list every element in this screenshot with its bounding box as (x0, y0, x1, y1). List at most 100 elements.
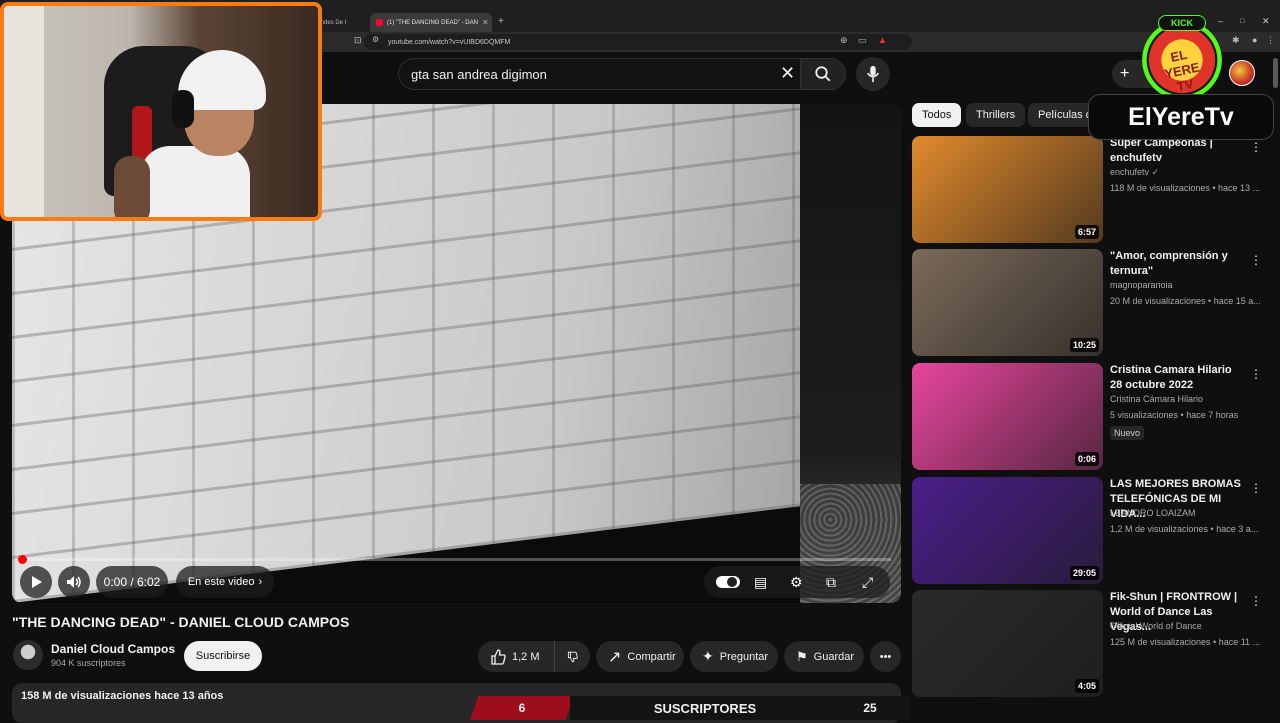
volume-icon (67, 576, 81, 588)
volume-button[interactable] (58, 566, 90, 598)
related-video-channel[interactable]: magnoparanoia (1110, 280, 1173, 290)
more-actions-button[interactable]: ••• (870, 641, 901, 672)
subscriber-goal-current: 6 (470, 696, 574, 720)
chapters-button[interactable]: En este video › (176, 566, 274, 598)
more-vertical-icon[interactable]: ⋮ (1250, 367, 1262, 381)
related-video-channel[interactable]: LEANDRO LOAIZAM (1110, 508, 1196, 518)
bookmark-icon[interactable]: ⊡ (354, 35, 362, 46)
subscriber-goal-label: SUSCRIPTORES (570, 696, 840, 720)
save-label: Guardar (813, 650, 855, 663)
related-video-title[interactable]: Super Campeonas | enchufetv (1110, 136, 1246, 166)
thumbs-up-icon (491, 648, 506, 665)
search-button[interactable] (800, 58, 846, 90)
subscriber-goal-bar: 6 SUSCRIPTORES 25 (470, 696, 910, 720)
related-video-card[interactable]: 29:05 LAS MEJORES BROMAS TELEFÓNICAS DE M… (912, 477, 1272, 585)
related-video-card[interactable]: 6:57 Super Campeonas | enchufetv enchufetv… (912, 136, 1272, 244)
profile-icon[interactable]: ● (1252, 35, 1257, 45)
chapters-label: En este video (187, 576, 255, 588)
dislike-button[interactable] (554, 641, 590, 672)
plus-icon: + (1120, 65, 1130, 82)
cast-icon[interactable]: ▭ (858, 35, 867, 46)
fullscreen-icon[interactable]: ⤢ (862, 574, 873, 591)
video-thumbnail[interactable]: 6:57 (912, 136, 1103, 243)
play-button[interactable] (20, 566, 52, 598)
related-video-meta: 125 M de visualizaciones • hace 11 ... (1110, 637, 1261, 647)
save-button[interactable]: ⚑ Guardar (784, 641, 864, 672)
menu-icon[interactable]: ⋮ (1266, 35, 1275, 46)
sparkle-icon: ✦ (702, 648, 714, 664)
webcam-overlay (0, 2, 322, 221)
time-display: 0:00 / 6:02 (96, 566, 168, 598)
video-title: "THE DANCING DEAD" - DANIEL CLOUD CAMPOS (12, 614, 350, 630)
close-tab-icon[interactable]: ✕ (482, 18, 489, 27)
chip-all[interactable]: Todos (912, 103, 962, 127)
related-video-title[interactable]: "Amor, comprensión y ternura" (1110, 249, 1246, 279)
video-thumbnail[interactable]: 0:06 (912, 363, 1103, 470)
new-badge: Nuevo (1110, 426, 1145, 440)
video-thumbnail[interactable]: 29:05 (912, 477, 1103, 584)
share-icon: ↗ (608, 648, 622, 666)
ask-label: Preguntar (719, 650, 769, 663)
extension-icon[interactable]: ▲ (878, 35, 887, 45)
minimize-button[interactable]: – (1218, 16, 1223, 26)
more-vertical-icon[interactable]: ⋮ (1250, 140, 1262, 154)
clear-search-icon[interactable]: ✕ (780, 63, 795, 84)
webcam-headset (172, 90, 194, 128)
like-button[interactable]: 1,2 M (478, 641, 554, 672)
related-video-channel[interactable]: enchufetv ✓ (1110, 167, 1159, 178)
webcam-shirt (140, 146, 250, 217)
site-info-icon[interactable]: ⚙ (372, 35, 379, 44)
related-video-card[interactable]: 0:06 Cristina Camara Hilario 28 octubre 2… (912, 363, 1272, 471)
settings-icon[interactable]: ⚙ (790, 574, 803, 591)
thumbs-down-icon (567, 651, 578, 662)
ask-button[interactable]: ✦ Preguntar (690, 641, 778, 672)
close-window-button[interactable]: ✕ (1262, 16, 1270, 27)
more-vertical-icon[interactable]: ⋮ (1250, 594, 1262, 608)
tab-label: (1) "THE DANCING DEAD" - DAN (387, 19, 478, 26)
mic-icon (866, 65, 880, 83)
voice-search-button[interactable] (856, 57, 890, 91)
play-icon (32, 576, 42, 588)
subscribe-button[interactable]: Suscribirse (184, 641, 262, 671)
related-video-channel[interactable]: Cristina Cámara Hilario (1110, 394, 1203, 404)
channel-name[interactable]: Daniel Cloud Campos (51, 642, 175, 656)
maximize-button[interactable]: □ (1240, 18, 1244, 25)
channel-avatar[interactable] (13, 640, 43, 670)
extensions-icon[interactable]: ✱ (1232, 35, 1240, 46)
account-avatar[interactable] (1229, 60, 1255, 86)
like-count: 1,2 M (512, 650, 540, 663)
related-video-channel[interactable]: Official World of Dance (1110, 621, 1202, 631)
more-horizontal-icon: ••• (879, 650, 892, 663)
more-vertical-icon[interactable]: ⋮ (1250, 481, 1262, 495)
related-video-card[interactable]: 10:25 "Amor, comprensión y ternura" magnop… (912, 249, 1272, 357)
new-tab-button[interactable]: + (498, 16, 504, 27)
more-vertical-icon[interactable]: ⋮ (1250, 253, 1262, 267)
autoplay-knob-icon (727, 577, 737, 587)
related-video-meta: 118 M de visualizaciones • hace 13 ... (1110, 183, 1261, 193)
related-video-card[interactable]: 4:05 Fik-Shun | FRONTROW | World of Dance… (912, 590, 1272, 698)
video-thumbnail[interactable]: 4:05 (912, 590, 1103, 697)
chip-thrillers[interactable]: Thrillers (966, 103, 1026, 127)
subtitles-icon[interactable]: ▤ (754, 574, 767, 591)
url-text: youtube.com/watch?v=vUIBD6DQMFM (388, 38, 511, 46)
miniplayer-icon[interactable]: ⧉ (826, 574, 836, 591)
webcam-arm (114, 156, 150, 217)
progress-scrubber[interactable] (18, 555, 27, 564)
video-thumbnail[interactable]: 10:25 (912, 249, 1103, 356)
duration-badge: 29:05 (1069, 566, 1099, 580)
duration-badge: 6:57 (1074, 225, 1099, 239)
browser-tab-active[interactable]: (1) "THE DANCING DEAD" - DAN ✕ (370, 13, 492, 32)
chevron-right-icon: › (258, 576, 263, 588)
zoom-icon[interactable]: ⊕ (840, 35, 848, 46)
duration-badge: 0:06 (1074, 452, 1099, 466)
share-button[interactable]: ↗ Compartir (596, 641, 684, 672)
progress-bar[interactable] (22, 558, 891, 561)
autoplay-toggle[interactable] (716, 576, 740, 588)
page-scrollbar[interactable] (1273, 58, 1278, 88)
related-video-title[interactable]: Cristina Camara Hilario 28 octubre 2022 (1110, 363, 1246, 393)
related-video-meta: 5 visualizaciones • hace 7 horas (1110, 410, 1239, 420)
search-input[interactable]: gta san andrea digimon (398, 58, 800, 90)
address-bar[interactable]: youtube.com/watch?v=vUIBD6DQMFM (364, 34, 912, 50)
kick-badge: KICK (1158, 15, 1206, 31)
related-video-meta: 1,2 M de visualizaciones • hace 3 a... (1110, 524, 1259, 534)
